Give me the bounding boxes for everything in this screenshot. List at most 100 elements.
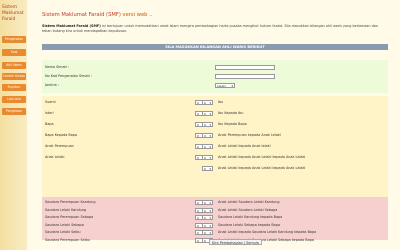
page-title-main: Sistem Maklumat Faraid (SMF) (42, 12, 121, 18)
heir-count-value: 0 (204, 201, 206, 205)
heir-count-value: 0 (197, 101, 199, 105)
heir-row: Saudara Perempuan Kandung▾0 (45, 199, 206, 206)
dropdown-arrow-icon: ▾ (209, 167, 211, 171)
heir-count-select[interactable]: ▾0 (202, 166, 213, 171)
heir-count-value: 0 (204, 123, 206, 127)
sidebar-nav-button[interactable]: Rujukan (2, 84, 26, 91)
personal-info-section: Nama Simati : No Kad Pengenalan Simati :… (42, 60, 388, 93)
heir-row: Saudara Lelaki Kandung▾0 (45, 207, 206, 214)
heir-row: Saudara Perempuan Sebapa▾0 (45, 214, 206, 221)
heir-label: Saudara Lelaki Sebapa (45, 222, 84, 227)
heir-row: Saudara Perempuan Seibu▾0 (45, 237, 206, 244)
sidebar-nav-button[interactable]: Lain-lain (2, 96, 26, 103)
deceased-name-input[interactable] (215, 65, 275, 70)
heir-label: Anak Lelaki Saudara Lelaki Kandung (218, 200, 280, 204)
dropdown-arrow-icon: ▾ (209, 201, 211, 205)
dropdown-arrow-icon: ▾ (209, 231, 211, 235)
section-banner: SILA MASUKKAN BILANGAN AHLI WARIS BERIKU… (42, 44, 388, 50)
heir-row: Anak Perempuan kepada Anak Lelaki ▾ 0 (202, 132, 378, 139)
heir-label: Anak Perempuan (45, 144, 74, 148)
heir-label: Anak Lelaki (45, 155, 65, 159)
main-content: Sistem Maklumat Faraid (SMF) versi web .… (27, 0, 400, 250)
dropdown-arrow-icon: ▾ (209, 156, 211, 160)
heir-count-select[interactable]: ▾0 (202, 207, 213, 213)
heir-count-value: 0 (197, 238, 199, 243)
dropdown-arrow-icon: ▾ (209, 101, 211, 105)
heir-count-select[interactable]: ▾0 (202, 100, 213, 105)
heir-count-value: 0 (204, 101, 206, 105)
heir-row: Anak Lelaki kepada Saudara Lelaki Kandun… (202, 229, 378, 236)
heir-row: Ibu Kepada Bapa ▾ 0 (202, 121, 378, 128)
field-label: No Kad Pengenalan Simati : (45, 74, 92, 78)
heir-label: Saudara Lelaki Seibu (45, 230, 81, 234)
heir-label: Anak Perempuan kepada Anak Lelaki (218, 133, 281, 137)
page-title: Sistem Maklumat Faraid (SMF) versi web .… (42, 12, 152, 18)
heir-count-value: 0 (197, 231, 199, 235)
heir-count-value: 0 (197, 223, 199, 228)
dropdown-arrow-icon: ▾ (209, 145, 211, 149)
heir-label: Bapa (45, 122, 54, 126)
dropdown-arrow-icon: ▾ (209, 134, 211, 138)
heir-count-select[interactable]: ▾0 (202, 144, 213, 149)
heir-row: Bapa▾0 (45, 121, 206, 128)
heir-row: Anak Lelaki kepada Anak Lelaki kepada An… (202, 165, 378, 172)
sidebar-nav-button[interactable]: Contoh Kiraan (2, 73, 26, 80)
family-heirs-section: Suami▾0Isteri▾0Bapa▾0Bapa Kepada Bapa▾0A… (42, 96, 388, 197)
heir-count-value: 0 (204, 216, 206, 220)
gender-select[interactable]: ▾ Lelaki (215, 83, 235, 88)
heir-row: Anak Lelaki kepada Anak lelaki ▾ 0 (202, 143, 378, 150)
row-ic: No Kad Pengenalan Simati : (45, 73, 385, 80)
brand-title: Sistem Maklumat Faraid (2, 5, 24, 22)
heir-count-value: 0 (204, 208, 206, 213)
field-label: Nama Simati : (45, 65, 70, 69)
dropdown-arrow-icon: ▾ (209, 208, 211, 213)
heir-row: Saudara Lelaki Kandung kepada Bapa ▾ 0 (202, 214, 378, 221)
heir-row: Saudara Lelaki Seibu▾0 (45, 229, 206, 236)
heir-count-select[interactable]: ▾0 (202, 111, 213, 116)
heir-count-select[interactable]: ▾0 (202, 200, 213, 205)
sidebar-nav-button[interactable]: Ahli Waris (2, 62, 26, 69)
row-gender: Jantina : ▾ Lelaki (45, 82, 385, 89)
heir-label: Bapa Kepada Bapa (45, 133, 78, 137)
heir-count-select[interactable]: ▾0 (202, 230, 213, 235)
heir-count-value: 0 (197, 216, 199, 220)
heir-row: Isteri▾0 (45, 110, 206, 117)
heir-row: Anak Lelaki▾0 (45, 154, 206, 161)
heir-row: Ibu ▾ 0 (202, 99, 378, 106)
sidebar: Sistem Maklumat Faraid Pengenalan Soal Ahl… (0, 0, 27, 250)
heir-row: Ibu Kepada Ibu ▾ 0 (202, 110, 378, 117)
page-title-suffix: versi web .. (120, 12, 153, 18)
heir-row: Anak Lelaki kepada Anak Lelaki kepada An… (202, 154, 378, 161)
heir-count-select[interactable]: ▾0 (202, 215, 213, 220)
heir-count-select[interactable]: ▾0 (202, 122, 213, 127)
ic-number-input[interactable] (215, 74, 275, 79)
heir-label: Anak Lelaki kepada Anak Lelaki kepada An… (218, 166, 306, 170)
sidebar-nav-button[interactable]: Pengiraan (2, 108, 26, 115)
gender-value: Lelaki (217, 84, 226, 88)
heir-count-select[interactable]: ▾0 (202, 222, 213, 228)
intro-bold: Sistem Maklumat Faraid (SMF) (42, 24, 101, 28)
heir-label: Anak Lelaki kepada Saudara Lelaki Kandun… (218, 230, 317, 234)
heir-label: Saudara Lelaki Kandung (45, 207, 87, 212)
heir-label: Isteri (45, 111, 54, 115)
heir-row: Anak Lelaki Saudara Lelaki Sebapa ▾ 0 (202, 207, 378, 214)
heir-count-value: 0 (204, 167, 206, 171)
heir-count-value: 0 (204, 156, 206, 160)
dropdown-arrow-icon: ▾ (231, 84, 233, 88)
heir-label: Suami (45, 100, 56, 104)
heir-count-value: 0 (204, 238, 206, 243)
sidebar-nav-button[interactable]: Pengenalan (2, 36, 26, 43)
heir-count-select[interactable]: ▾0 (202, 155, 213, 160)
heir-count-select[interactable]: ▾0 (202, 133, 213, 138)
heir-count-value: 0 (197, 145, 199, 149)
row-name: Nama Simati : (45, 64, 385, 71)
heir-label: Anak Lelaki kepada Anak lelaki (218, 144, 271, 148)
calculate-button[interactable]: Kira Pembahagian | Semula (209, 239, 262, 245)
dropdown-arrow-icon: ▾ (209, 216, 211, 220)
dropdown-arrow-icon: ▾ (209, 223, 211, 228)
sidebar-nav-button[interactable]: Soal (2, 49, 26, 56)
intro-text: Sistem Maklumat Faraid (SMF) ini bertuju… (42, 24, 382, 34)
heir-row: Bapa Kepada Bapa▾0 (45, 132, 206, 139)
heir-label: Ibu Kepada Bapa (218, 122, 247, 126)
heir-count-value: 0 (204, 231, 206, 235)
